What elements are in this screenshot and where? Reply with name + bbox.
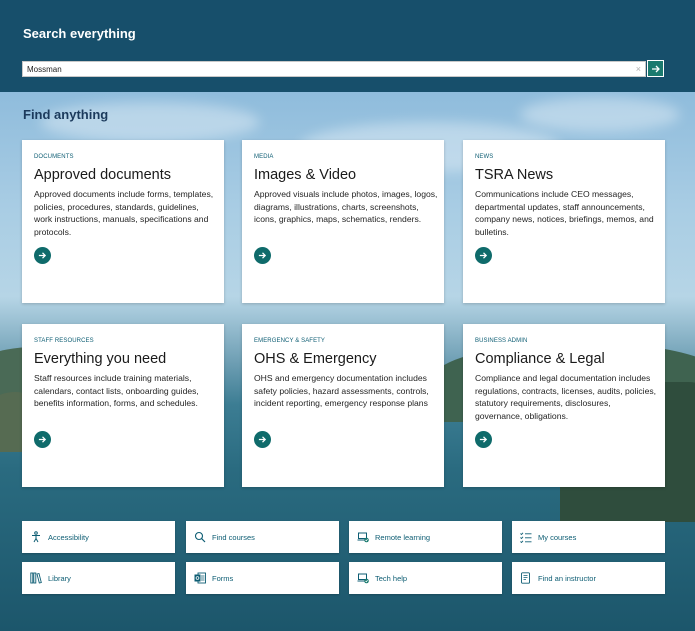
arrow-right-icon (258, 436, 267, 443)
card-title[interactable]: Images & Video (254, 167, 356, 183)
card-staff-resources[interactable]: STAFF RESOURCES Everything you need Staf… (22, 324, 224, 487)
card-description: Communications include CEO messages, dep… (475, 189, 654, 237)
section-title: Find anything (23, 107, 109, 122)
clear-icon[interactable]: × (636, 63, 641, 75)
quick-link-label: Library (48, 573, 71, 583)
checklist-icon (520, 531, 532, 543)
card-category: MEDIA (254, 154, 274, 160)
document-person-icon (520, 572, 532, 584)
card-description: Approved visuals include photos, images,… (254, 189, 438, 224)
quick-link-label: Accessibility (48, 532, 89, 542)
card-category: STAFF RESOURCES (34, 338, 94, 344)
quick-link-my-courses[interactable]: My courses (512, 521, 665, 553)
card-category: DOCUMENTS (34, 154, 74, 160)
card-emergency-safety[interactable]: EMERGENCY & SAFETY OHS & Emergency OHS a… (242, 324, 444, 487)
card-documents[interactable]: DOCUMENTS Approved documents Approved do… (22, 140, 224, 303)
card-category: NEWS (475, 154, 494, 160)
accessibility-icon (30, 531, 42, 543)
quick-link-label: Tech help (375, 573, 408, 583)
arrow-right-icon (651, 65, 660, 72)
card-business-admin[interactable]: BUSINESS ADMIN Compliance & Legal Compli… (463, 324, 665, 487)
card-open-button[interactable] (475, 247, 492, 264)
quick-link-find-courses[interactable]: Find courses (186, 521, 339, 553)
search-input[interactable] (27, 62, 627, 76)
search-box: × (22, 61, 646, 77)
quick-link-tech-help[interactable]: Tech help (349, 562, 502, 594)
quick-link-label: Remote learning (375, 532, 431, 542)
card-category: BUSINESS ADMIN (475, 338, 528, 344)
arrow-right-icon (479, 436, 488, 443)
arrow-right-icon (38, 252, 47, 259)
quick-link-label: Forms (212, 573, 234, 583)
quick-link-find-instructor[interactable]: Find an instructor (512, 562, 665, 594)
card-open-button[interactable] (254, 431, 271, 448)
forms-icon (194, 572, 206, 584)
quick-link-label: Find an instructor (538, 573, 596, 583)
quick-link-remote-learning[interactable]: Remote learning (349, 521, 502, 553)
search-icon (194, 531, 206, 543)
arrow-right-icon (38, 436, 47, 443)
quick-link-forms[interactable]: Forms (186, 562, 339, 594)
card-title[interactable]: Everything you need (34, 351, 166, 367)
header-title: Search everything (23, 26, 136, 41)
card-title[interactable]: Compliance & Legal (475, 351, 605, 367)
card-open-button[interactable] (34, 431, 51, 448)
quick-link-label: Find courses (212, 532, 255, 542)
arrow-right-icon (479, 252, 488, 259)
quick-link-label: My courses (538, 532, 577, 542)
card-open-button[interactable] (475, 431, 492, 448)
arrow-right-icon (258, 252, 267, 259)
card-description: Approved documents include forms, templa… (34, 189, 214, 237)
quick-link-accessibility[interactable]: Accessibility (22, 521, 175, 553)
laptop-check-icon (357, 531, 369, 543)
laptop-help-icon (357, 572, 369, 584)
card-news[interactable]: NEWS TSRA News Communications include CE… (463, 140, 665, 303)
books-icon (30, 572, 42, 584)
card-description: Staff resources include training materia… (34, 373, 199, 408)
card-open-button[interactable] (34, 247, 51, 264)
card-media[interactable]: MEDIA Images & Video Approved visuals in… (242, 140, 444, 303)
card-title[interactable]: OHS & Emergency (254, 351, 377, 367)
card-open-button[interactable] (254, 247, 271, 264)
card-title[interactable]: Approved documents (34, 167, 171, 183)
quick-link-library[interactable]: Library (22, 562, 175, 594)
search-header: Search everything (0, 0, 695, 92)
card-category: EMERGENCY & SAFETY (254, 338, 326, 344)
card-description: Compliance and legal documentation inclu… (475, 373, 657, 421)
card-title[interactable]: TSRA News (475, 167, 553, 183)
card-description: OHS and emergency documentation includes… (254, 373, 429, 408)
search-submit-button[interactable] (647, 60, 664, 77)
